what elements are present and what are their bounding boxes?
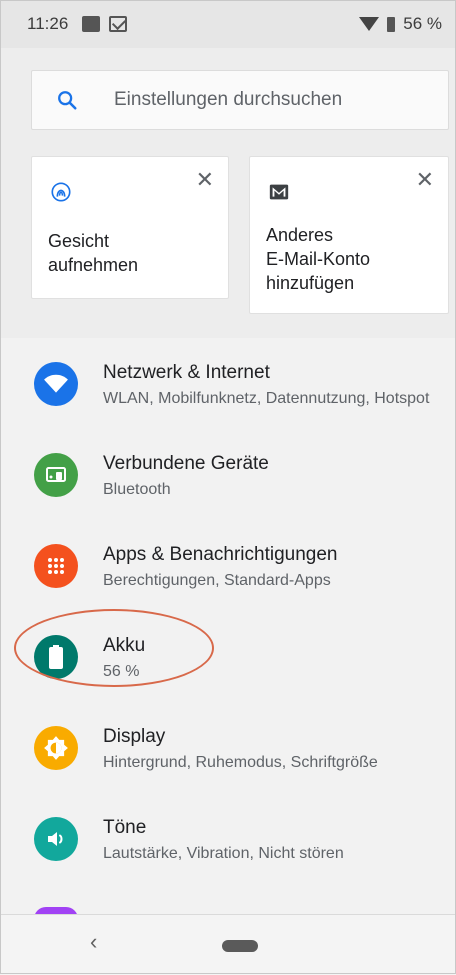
wifi-icon [34,362,78,406]
connected-devices-icon [34,453,78,497]
settings-item-subtitle: Bluetooth [103,481,171,498]
suggestion-text: Gesicht aufnehmen [48,231,139,275]
settings-item-sound[interactable]: Töne Lautstärke, Vibration, Nicht stören [0,795,456,885]
navigation-bar: ‹ [0,914,456,975]
image-notification-icon [82,16,101,32]
suggestion-card-face[interactable]: ✕ Gesicht aufnehmen [31,156,229,299]
status-right: 56 % [359,14,442,34]
apps-icon [34,544,78,588]
settings-item-title: Display [103,726,166,747]
close-icon[interactable]: ✕ [196,169,214,191]
wifi-signal-icon [359,17,380,31]
face-unlock-icon [51,182,71,202]
gmail-notification-icon [109,16,128,32]
settings-item-title: Töne [103,817,147,838]
settings-item-network[interactable]: Netzwerk & Internet WLAN, Mobilfunknetz,… [0,340,456,430]
settings-item-connected-devices[interactable]: Verbundene Geräte Bluetooth [0,431,456,521]
settings-item-title: Verbundene Geräte [103,453,269,474]
suggestion-card-email[interactable]: ✕ Anderes E-Mail-Konto hinzufügen [249,156,449,314]
battery-status-icon [387,16,396,32]
home-button[interactable] [222,940,258,952]
search-placeholder: Einstellungen durchsuchen [114,89,343,110]
battery-icon [34,635,78,679]
settings-item-title: Apps & Benachrichtigungen [103,544,338,565]
battery-percent: 56 % [403,14,442,33]
settings-item-subtitle: Lautstärke, Vibration, Nicht stören [103,845,344,862]
settings-item-subtitle: WLAN, Mobilfunknetz, Datennutzung, Hotsp… [103,390,430,407]
settings-item-subtitle: Hintergrund, Ruhemodus, Schriftgröße [103,754,378,771]
settings-item-title: Netzwerk & Internet [103,362,270,383]
search-input[interactable]: Einstellungen durchsuchen [31,70,449,130]
display-icon [34,726,78,770]
settings-item-subtitle: 56 % [103,663,140,680]
settings-item-apps[interactable]: Apps & Benachrichtigungen Berechtigungen… [0,522,456,612]
search-icon [58,91,77,110]
settings-item-subtitle: Berechtigungen, Standard-Apps [103,572,331,589]
settings-item-title: Akku [103,635,146,656]
suggestion-text: Anderes E-Mail-Konto hinzufügen [266,225,371,293]
gmail-icon [269,184,289,200]
back-button[interactable]: ‹ [90,929,97,955]
status-time: 11:26 [27,14,69,33]
settings-item-battery[interactable]: Akku 56 % [0,613,456,703]
sound-icon [34,817,78,861]
close-icon[interactable]: ✕ [416,169,434,191]
settings-item-display[interactable]: Display Hintergrund, Ruhemodus, Schriftg… [0,704,456,794]
status-bar: 11:26 56 % [0,0,456,48]
